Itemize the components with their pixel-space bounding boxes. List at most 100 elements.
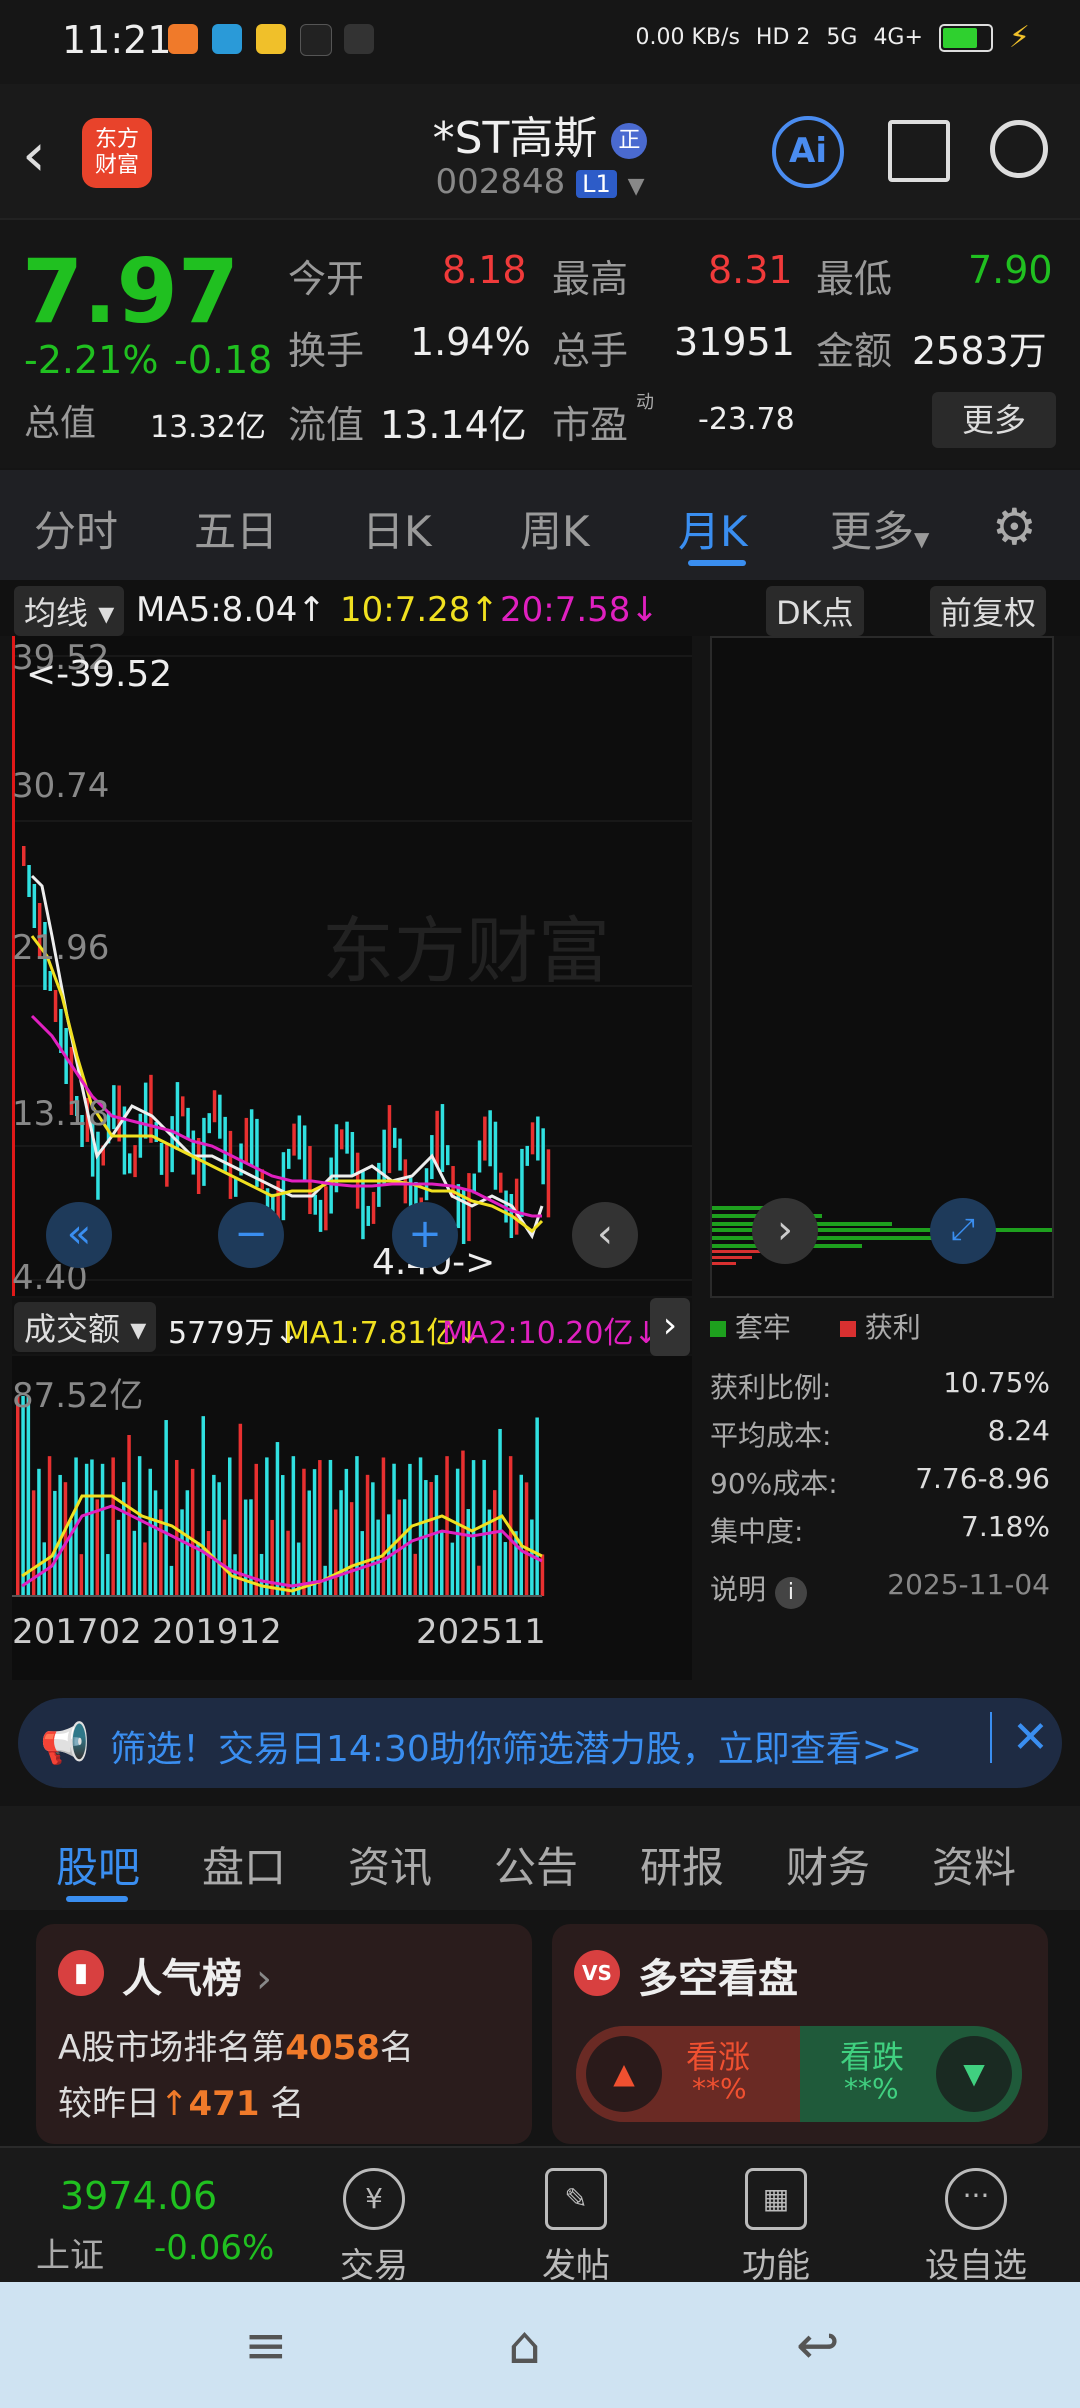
zoom-in-icon[interactable]: + — [392, 1202, 458, 1268]
add-watchlist-button[interactable]: ··· 设自选 — [876, 2168, 1076, 2287]
kline-chart[interactable]: 东方财富 39.52 <-39.52 30.74 21.96 13.18 4.4… — [9, 636, 692, 1298]
megaphone-icon: 📢 — [40, 1721, 90, 1767]
share-icon[interactable] — [888, 120, 950, 182]
chip-row: 集中度: 7.18% — [710, 1510, 1050, 1550]
tab-weekly-k[interactable]: 周K — [520, 498, 590, 559]
rank-line: A股市场排名第4058名 — [58, 2020, 414, 2069]
vote-down-button[interactable]: 看跌 **% ▼ — [800, 2026, 1022, 2122]
candle — [525, 1145, 529, 1166]
volume-bar — [180, 1509, 184, 1596]
hd-indicator: HD 2 — [755, 25, 811, 50]
signal-5g: 5G — [826, 25, 858, 50]
content-tabs: 股吧 盘口 资讯 公告 研报 财务 资料 — [0, 1806, 1080, 1910]
chart-controls: 均线 ▾ MA5:8.04↑ 10:7.28↑ 20:7.58↓ DK点 前复权 — [0, 580, 1080, 636]
volume-bar — [445, 1456, 449, 1596]
tab-announcements[interactable]: 公告 — [494, 1834, 578, 1895]
battery-icon — [938, 23, 993, 52]
ma2-value: MA2:10.20亿↓ — [442, 1316, 659, 1351]
index-name: 上证 — [36, 2236, 104, 2276]
expand-icon[interactable]: ⤢ — [930, 1198, 996, 1264]
tab-profile[interactable]: 资料 — [932, 1834, 1016, 1895]
popularity-card[interactable]: ▮ 人气榜 › A股市场排名第4058名 较昨日↑471 名 — [36, 1924, 532, 2144]
tab-news[interactable]: 资讯 — [348, 1834, 432, 1895]
volume-bar — [212, 1474, 216, 1596]
promo-banner[interactable]: 📢 筛选！交易日14:30助你筛选潜力股，立即查看>> ✕ — [18, 1698, 1062, 1788]
scroll-left-icon[interactable]: « — [46, 1202, 112, 1268]
chip-note-row: 说明 i 2025-11-04 — [710, 1568, 1050, 1609]
bottom-bar: 3974.06 上证 -0.06% ¥ 交易 ✎ 发帖 ▦ 功能 ··· 设自选 — [0, 2146, 1080, 2287]
volume-bar — [392, 1463, 396, 1596]
search-icon[interactable] — [990, 120, 1048, 178]
volume-bar — [106, 1554, 110, 1596]
tab-orderbook[interactable]: 盘口 — [202, 1834, 286, 1895]
zoom-out-icon[interactable]: − — [218, 1202, 284, 1268]
app-icon — [212, 24, 242, 54]
tab-5day[interactable]: 五日 — [194, 498, 278, 559]
tab-forum[interactable]: 股吧 — [56, 1834, 140, 1895]
volume-bar — [281, 1475, 285, 1596]
ai-button[interactable]: Ai — [772, 116, 844, 188]
note-link[interactable]: 说明 i — [710, 1568, 807, 1609]
triangle-up-icon: ▲ — [586, 2036, 662, 2112]
volume-bar — [270, 1519, 274, 1596]
candle — [112, 1085, 116, 1130]
vote-up-button[interactable]: ▲ 看涨 **% — [576, 2026, 800, 2122]
grid-icon: ▦ — [745, 2168, 807, 2230]
candle — [48, 971, 52, 991]
menu-icon[interactable]: ≡ — [244, 2316, 288, 2376]
expand-panel-button[interactable]: › — [650, 1298, 690, 1356]
volume-bar — [26, 1396, 31, 1596]
back-nav-icon[interactable]: ↩ — [796, 2316, 840, 2376]
candle — [350, 1132, 355, 1177]
tab-daily-k[interactable]: 日K — [362, 498, 432, 559]
profit-swatch — [839, 1321, 856, 1337]
candle — [520, 1148, 524, 1217]
mktcap-value: 13.32亿 — [150, 410, 266, 445]
index-value[interactable]: 3974.06 — [60, 2174, 217, 2218]
volume-bar — [461, 1450, 465, 1596]
volume-dropdown[interactable]: 成交额 ▾ — [14, 1302, 157, 1352]
candle — [117, 1085, 121, 1142]
volume-bar — [498, 1428, 502, 1596]
candle — [387, 1105, 392, 1174]
rank-change-value: 471 — [188, 2084, 260, 2124]
home-icon[interactable]: ⌂ — [508, 2316, 541, 2376]
features-button[interactable]: ▦ 功能 — [676, 2168, 876, 2287]
gear-icon[interactable]: ⚙ — [992, 498, 1037, 556]
ma-dropdown[interactable]: 均线 ▾ — [14, 586, 125, 636]
next-icon[interactable]: › — [752, 1198, 818, 1264]
ma20-text: 20:7.58 — [500, 590, 631, 630]
volume-bar — [79, 1554, 84, 1596]
dk-point-button[interactable]: DK点 — [766, 586, 864, 636]
volume-bar — [169, 1565, 174, 1596]
rank-change-line: 较昨日↑471 名 — [58, 2076, 304, 2125]
volume-bar — [137, 1456, 142, 1596]
tab-more[interactable]: 更多▼ — [830, 498, 929, 559]
volume-chart[interactable]: 87.52亿 201702 201912 202511 — [12, 1356, 692, 1680]
candle — [318, 1199, 323, 1232]
volume-bar — [302, 1468, 306, 1596]
tab-timeshare[interactable]: 分时 — [34, 498, 118, 559]
prev-icon[interactable]: ‹ — [572, 1202, 638, 1268]
turnover-value: 1.94% — [410, 320, 531, 364]
tiktok-icon — [300, 24, 332, 56]
candle — [287, 1148, 291, 1169]
chip-legend: 套牢 获利 — [710, 1306, 921, 1346]
close-icon[interactable]: ✕ — [990, 1712, 1049, 1763]
tab-monthly-k[interactable]: 月K — [678, 498, 748, 559]
more-button[interactable]: 更多 — [932, 392, 1056, 448]
volume-bar — [318, 1460, 322, 1596]
open-label: 今开 — [288, 257, 365, 301]
ma-label: 均线 — [24, 594, 89, 632]
candle — [207, 1113, 211, 1134]
adjust-button[interactable]: 前复权 — [930, 586, 1047, 636]
candle — [483, 1116, 487, 1161]
post-button[interactable]: ✎ 发帖 — [476, 2168, 676, 2287]
tab-research[interactable]: 研报 — [640, 1834, 724, 1895]
trade-button[interactable]: ¥ 交易 — [274, 2168, 474, 2287]
volume-dropdown-label: 成交额 — [24, 1310, 121, 1348]
chip-distribution-panel[interactable]: › ⤢ — [710, 636, 1054, 1298]
tab-finance[interactable]: 财务 — [786, 1834, 870, 1895]
volume-bar — [206, 1530, 211, 1596]
volume-bar — [493, 1490, 497, 1596]
